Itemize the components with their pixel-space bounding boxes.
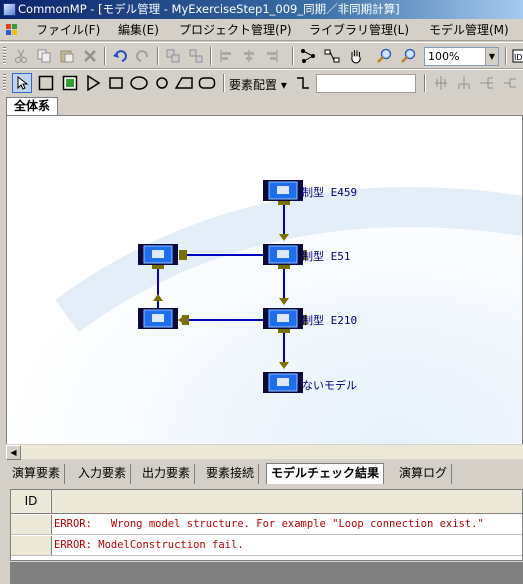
- node-e51[interactable]: [263, 244, 303, 265]
- network-alt-icon[interactable]: [322, 46, 342, 66]
- layout-tree-down-icon[interactable]: [454, 73, 474, 93]
- layout-tree-right-icon[interactable]: [477, 73, 497, 93]
- diagram-tabstrip: 全体系: [0, 95, 523, 115]
- app-icon: [3, 3, 16, 16]
- delete-icon[interactable]: [80, 46, 100, 66]
- svg-text:ID: ID: [514, 53, 523, 62]
- toolbar-separator: [157, 47, 159, 65]
- node-label-e459: 制型 E459: [302, 185, 357, 199]
- node-left-top[interactable]: [138, 244, 178, 265]
- table-row[interactable]: ERROR: ModelConstruction fail.: [11, 536, 522, 556]
- layout-label: 要素配置: [229, 78, 278, 92]
- menu-project[interactable]: プロジェクト管理(P): [177, 22, 294, 38]
- window-titlebar: CommonMP - [モデル管理 - MyExerciseStep1_009_…: [0, 0, 523, 19]
- bottom-tabstrip: 演算要素 入力要素 出力要素 要素接続 モデルチェック結果 演算ログ: [0, 462, 523, 485]
- toolbar-grip[interactable]: [3, 74, 6, 92]
- toolbar-separator: [292, 47, 294, 65]
- id-icon[interactable]: ID: [509, 46, 523, 66]
- port-in: [182, 315, 189, 325]
- grid-empty-area: [10, 562, 523, 584]
- align-right-icon[interactable]: [262, 46, 282, 66]
- layout-dropdown[interactable]: 要素配置 ▾: [229, 76, 287, 93]
- hand-icon[interactable]: [346, 46, 366, 66]
- windows-logo-icon: [6, 24, 18, 36]
- column-header-id[interactable]: ID: [11, 490, 52, 514]
- node-left-bottom[interactable]: [138, 308, 178, 329]
- rounded-rect-icon[interactable]: [197, 73, 217, 93]
- tab-calc-log[interactable]: 演算ログ: [395, 464, 453, 484]
- model-canvas[interactable]: 制型 E459 制型 E51 制型 E210 ないモデル: [6, 115, 523, 459]
- error-message: ERROR: ModelConstruction fail.: [54, 539, 244, 551]
- toolbar-separator: [505, 47, 507, 65]
- table-row[interactable]: ERROR: Wrong model structure. For exampl…: [11, 515, 522, 535]
- cut-icon[interactable]: [11, 46, 31, 66]
- ellipse-icon[interactable]: [129, 73, 149, 93]
- drawing-toolbar: 要素配置 ▾: [0, 69, 523, 96]
- rect-green-icon[interactable]: [60, 73, 80, 93]
- toolbar-separator: [424, 74, 426, 92]
- menu-edit[interactable]: 編集(E): [116, 22, 161, 38]
- zoom-out-icon[interactable]: [398, 46, 418, 66]
- toolbar-separator: [104, 47, 106, 65]
- tab-overall-system[interactable]: 全体系: [6, 97, 59, 115]
- network-icon[interactable]: [298, 46, 318, 66]
- paste-icon[interactable]: [57, 46, 77, 66]
- tab-output-elements[interactable]: 出力要素: [138, 464, 196, 484]
- chevron-down-icon[interactable]: ▼: [485, 48, 498, 65]
- menu-model[interactable]: モデル管理(M): [427, 22, 511, 38]
- zoom-select[interactable]: 100% ▼: [424, 47, 499, 66]
- node-e459[interactable]: [263, 180, 303, 201]
- triangle-icon[interactable]: [83, 73, 103, 93]
- toolbar-separator: [223, 74, 225, 92]
- row-header[interactable]: [11, 515, 52, 534]
- tab-model-check-results[interactable]: モデルチェック結果: [266, 463, 385, 485]
- layout-tree-icon[interactable]: [431, 73, 451, 93]
- circle-icon[interactable]: [152, 73, 172, 93]
- align-left-icon[interactable]: [216, 46, 236, 66]
- node-label-e210: 制型 E210: [302, 313, 357, 327]
- row-header[interactable]: [11, 536, 52, 555]
- redo-icon[interactable]: [133, 46, 153, 66]
- tab-calc-elements[interactable]: 演算要素: [8, 464, 66, 484]
- copy-icon[interactable]: [34, 46, 54, 66]
- ungroup-icon[interactable]: [186, 46, 206, 66]
- canvas-hscrollbar[interactable]: ◀: [6, 444, 523, 460]
- rect-icon[interactable]: [106, 73, 126, 93]
- tab-input-elements[interactable]: 入力要素: [74, 464, 132, 484]
- name-input[interactable]: [316, 74, 416, 93]
- node-label-e51: 制型 E51: [302, 249, 351, 263]
- menu-bar: ファイル(F) 編集(E) プロジェクト管理(P) ライブラリ管理(L) モデル…: [0, 19, 523, 41]
- standard-toolbar: 100% ▼ ID: [0, 42, 523, 69]
- scroll-left-icon[interactable]: ◀: [6, 445, 21, 460]
- pointer-icon[interactable]: [12, 73, 32, 93]
- menu-file[interactable]: ファイル(F): [34, 22, 102, 38]
- zoom-in-icon[interactable]: [374, 46, 394, 66]
- layout-branch-icon[interactable]: [500, 73, 520, 93]
- menu-library[interactable]: ライブラリ管理(L): [307, 22, 411, 38]
- toolbar-grip[interactable]: [3, 47, 6, 65]
- grid-header: ID: [11, 490, 522, 514]
- node-label-bottom: ないモデル: [302, 378, 357, 392]
- results-grid[interactable]: ID ERROR: Wrong model structure. For exa…: [10, 489, 523, 561]
- model-check-panel: ID ERROR: Wrong model structure. For exa…: [0, 484, 523, 584]
- window-title: CommonMP - [モデル管理 - MyExerciseStep1_009_…: [18, 2, 400, 16]
- port-out: [179, 250, 187, 260]
- zoom-value: 100%: [428, 50, 460, 63]
- rect-outline-icon[interactable]: [36, 73, 56, 93]
- toolbar-separator: [210, 47, 212, 65]
- align-center-icon[interactable]: [239, 46, 259, 66]
- tab-element-connections[interactable]: 要素接続: [202, 464, 260, 484]
- undo-icon[interactable]: [110, 46, 130, 66]
- error-message: ERROR: Wrong model structure. For exampl…: [54, 518, 484, 530]
- parallelogram-icon[interactable]: [174, 73, 194, 93]
- node-bottom[interactable]: [263, 372, 303, 393]
- connector-icon[interactable]: [293, 73, 313, 93]
- node-e210[interactable]: [263, 308, 303, 329]
- group-icon[interactable]: [163, 46, 183, 66]
